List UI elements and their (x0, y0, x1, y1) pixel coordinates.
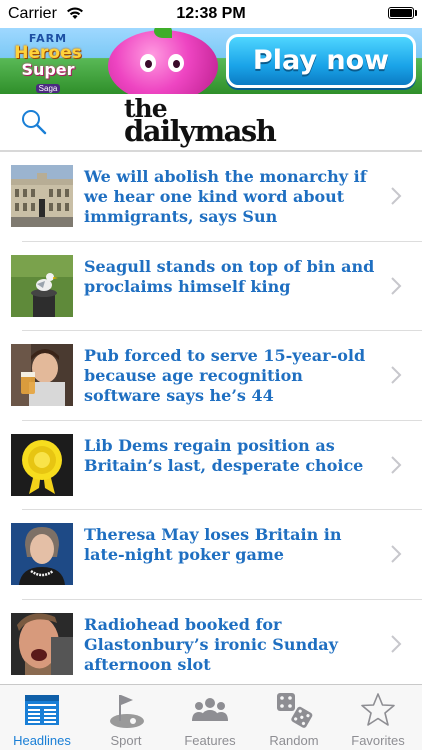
ad-play-now-button[interactable]: Play now (226, 34, 416, 88)
article-row[interactable]: Seagull stands on top of bin and proclai… (0, 242, 422, 331)
status-bar: Carrier 12:38 PM (0, 0, 422, 28)
tab-label: Favorites (351, 733, 405, 748)
article-row[interactable]: We will abolish the monarchy if we hear … (0, 152, 422, 242)
tab-label: Features (184, 733, 236, 748)
tab-headlines[interactable]: Headlines (0, 685, 84, 751)
article-row[interactable]: Pub forced to serve 15-year-old because … (0, 331, 422, 421)
star-icon (361, 693, 395, 726)
thumbnail-thom-yorke (11, 612, 73, 675)
ad-game-logo: FARM Heroes Super Saga (6, 32, 90, 93)
thumbnail-theresa-may (11, 523, 73, 585)
article-title[interactable]: Pub forced to serve 15-year-old because … (84, 346, 384, 406)
thumbnail-seagull-on-bin (11, 254, 73, 317)
logo-dailymash: dailymash (124, 114, 277, 148)
ad-banner[interactable]: FARM Heroes Super Saga Play now (0, 28, 422, 94)
dice-icon (277, 693, 313, 728)
battery-icon (388, 7, 414, 19)
article-row[interactable]: Lib Dems regain position as Britain’s la… (0, 421, 422, 510)
thumbnail-buckingham-palace (11, 165, 73, 227)
thumbnail-yellow-rosette (11, 433, 73, 496)
tab-label: Sport (110, 733, 142, 748)
thumbnail-teen-with-pint (11, 344, 73, 406)
newspaper-icon (25, 695, 59, 725)
article-row[interactable]: Theresa May loses Britain in late-night … (0, 510, 422, 600)
tab-sport[interactable]: Sport (84, 685, 168, 751)
chevron-right-icon (391, 634, 402, 653)
chevron-right-icon (391, 187, 402, 205)
article-title[interactable]: Lib Dems regain position as Britain’s la… (84, 436, 384, 476)
chevron-right-icon (391, 366, 402, 384)
article-title[interactable]: Seagull stands on top of bin and proclai… (84, 257, 384, 297)
battery-tip (415, 10, 417, 16)
chevron-right-icon (391, 545, 402, 563)
article-list[interactable]: We will abolish the monarchy if we hear … (0, 152, 422, 684)
chevron-right-icon (391, 276, 402, 295)
ad-logo-saga: Saga (35, 84, 61, 93)
dailymash-logo: the dailymash (124, 94, 304, 148)
golf-flag-icon (110, 695, 144, 728)
article-title[interactable]: Theresa May loses Britain in late-night … (84, 525, 384, 565)
clock: 12:38 PM (176, 5, 246, 22)
article-title[interactable]: Radiohead booked for Glastonbury’s ironi… (84, 615, 384, 675)
tab-features[interactable]: Features (168, 685, 252, 751)
tab-label: Headlines (13, 733, 71, 748)
tab-random[interactable]: Random (252, 685, 336, 751)
article-row[interactable]: Radiohead booked for Glastonbury’s ironi… (0, 600, 422, 685)
ad-berry-character (108, 28, 218, 94)
tab-label: Random (269, 733, 319, 748)
ad-logo-super: Super (21, 60, 75, 79)
app-header: the dailymash (0, 94, 422, 152)
tab-bar: Headlines Sport Features Random Favorite… (0, 684, 422, 750)
search-icon[interactable] (20, 108, 48, 136)
chevron-right-icon (391, 455, 402, 474)
people-icon (192, 698, 228, 721)
article-title[interactable]: We will abolish the monarchy if we hear … (84, 167, 384, 227)
tab-favorites[interactable]: Favorites (336, 685, 420, 751)
